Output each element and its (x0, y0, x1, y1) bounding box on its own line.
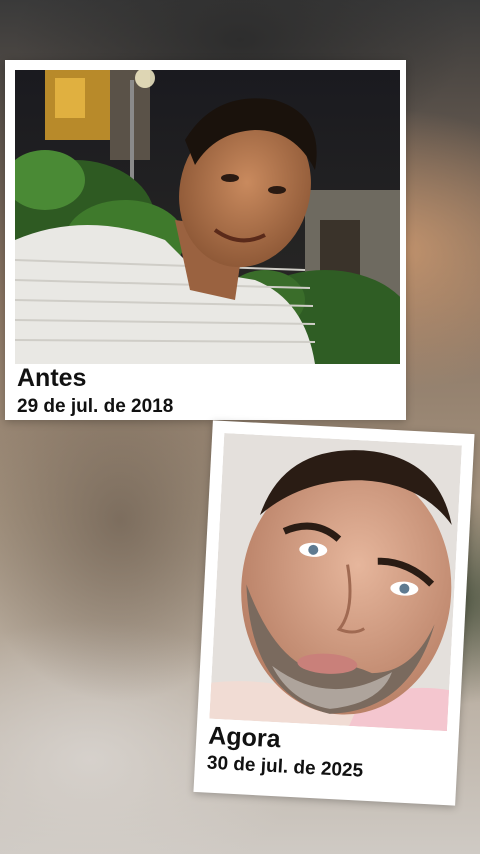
before-photo (15, 70, 400, 364)
before-date: 29 de jul. de 2018 (17, 396, 174, 417)
after-photo-card: Agora 30 de jul. de 2025 (193, 420, 475, 806)
after-photo (209, 433, 462, 732)
before-title: Antes (17, 364, 87, 392)
after-title: Agora (207, 721, 282, 754)
before-photo-card: Antes 29 de jul. de 2018 (5, 60, 406, 420)
after-date: 30 de jul. de 2025 (206, 752, 364, 782)
